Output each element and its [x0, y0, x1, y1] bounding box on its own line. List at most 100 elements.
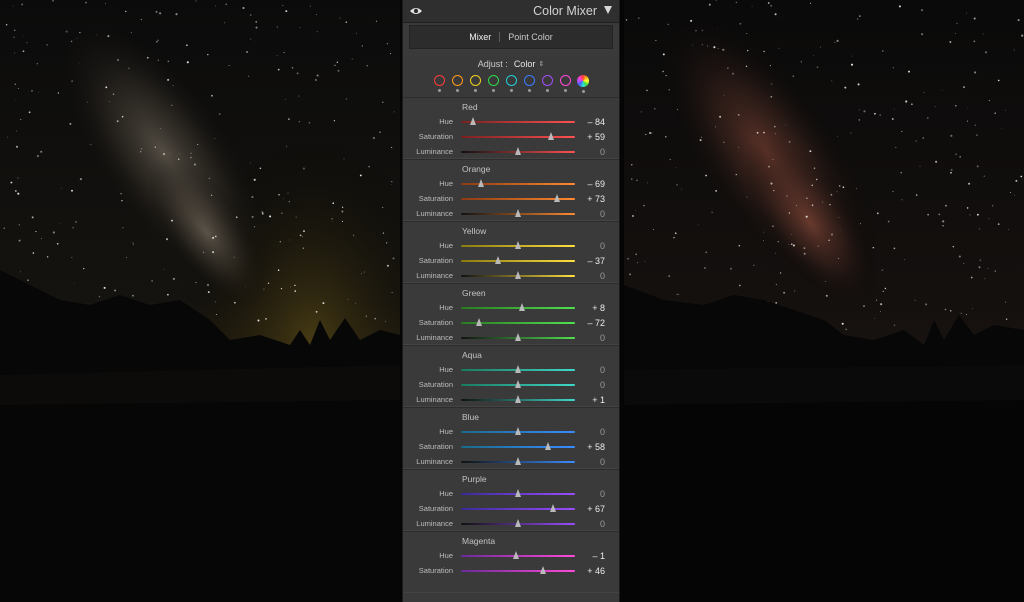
slider-luminance[interactable]: Luminance 0	[403, 330, 619, 345]
slider-value[interactable]: – 84	[587, 117, 605, 127]
slider-thumb[interactable]	[545, 442, 552, 450]
slider-thumb[interactable]	[514, 333, 521, 341]
slider-luminance[interactable]: Luminance 0	[403, 454, 619, 469]
slider-thumb[interactable]	[514, 241, 521, 249]
slider-thumb[interactable]	[514, 519, 521, 527]
slider-value[interactable]: 0	[600, 271, 605, 281]
slider-thumb[interactable]	[514, 147, 521, 155]
slider-luminance[interactable]: Luminance + 1	[403, 392, 619, 407]
star	[386, 43, 388, 45]
slider-thumb[interactable]	[514, 209, 521, 217]
slider-hue[interactable]: Hue 0	[403, 362, 619, 377]
slider-label: Hue	[439, 551, 453, 560]
slider-thumb[interactable]	[547, 132, 554, 140]
slider-thumb[interactable]	[514, 457, 521, 465]
slider-thumb[interactable]	[554, 194, 561, 202]
swatch-all-colors[interactable]	[576, 75, 590, 97]
slider-hue[interactable]: Hue – 69	[403, 176, 619, 191]
color-swatch[interactable]	[558, 75, 572, 97]
slider-thumb[interactable]	[514, 395, 521, 403]
slider-track[interactable]	[461, 136, 575, 138]
slider-value[interactable]: 0	[600, 427, 605, 437]
slider-track[interactable]	[461, 446, 575, 448]
slider-saturation[interactable]: Saturation – 72	[403, 315, 619, 330]
slider-thumb[interactable]	[514, 427, 521, 435]
slider-value[interactable]: 0	[600, 241, 605, 251]
slider-thumb[interactable]	[514, 365, 521, 373]
slider-luminance[interactable]: Luminance 0	[403, 268, 619, 283]
color-swatch[interactable]	[522, 75, 536, 97]
color-swatch[interactable]	[504, 75, 518, 97]
slider-thumb[interactable]	[513, 551, 520, 559]
color-swatch[interactable]	[468, 75, 482, 97]
slider-value[interactable]: 0	[600, 519, 605, 529]
slider-saturation[interactable]: Saturation + 67	[403, 501, 619, 516]
swatch-indicator-dot	[545, 89, 549, 92]
slider-hue[interactable]: Hue 0	[403, 424, 619, 439]
star	[40, 150, 43, 153]
slider-hue[interactable]: Hue 0	[403, 486, 619, 501]
slider-hue[interactable]: Hue 0	[403, 238, 619, 253]
slider-hue[interactable]: Hue – 1	[403, 548, 619, 563]
slider-thumb[interactable]	[549, 504, 556, 512]
slider-label: Saturation	[418, 256, 453, 265]
slider-value[interactable]: + 8	[592, 303, 605, 313]
slider-value[interactable]: – 37	[587, 256, 605, 266]
slider-value[interactable]: 0	[600, 457, 605, 467]
slider-thumb[interactable]	[475, 318, 482, 326]
slider-value[interactable]: + 73	[587, 194, 605, 204]
slider-thumb[interactable]	[514, 271, 521, 279]
slider-value[interactable]: + 1	[592, 395, 605, 405]
slider-saturation[interactable]: Saturation – 37	[403, 253, 619, 268]
adjust-dropdown[interactable]: Color	[514, 59, 536, 69]
slider-thumb[interactable]	[519, 303, 526, 311]
star	[839, 229, 841, 231]
slider-value[interactable]: + 67	[587, 504, 605, 514]
color-swatch[interactable]	[450, 75, 464, 97]
slider-saturation[interactable]: Saturation + 46	[403, 563, 619, 578]
slider-track[interactable]	[461, 121, 575, 123]
slider-track[interactable]	[461, 508, 575, 510]
color-swatch[interactable]	[432, 75, 446, 97]
eye-icon[interactable]	[409, 5, 423, 17]
slider-value[interactable]: 0	[600, 365, 605, 375]
slider-value[interactable]: + 46	[587, 566, 605, 576]
slider-hue[interactable]: Hue + 8	[403, 300, 619, 315]
star	[253, 178, 256, 181]
slider-value[interactable]: 0	[600, 489, 605, 499]
slider-value[interactable]: 0	[600, 380, 605, 390]
slider-luminance[interactable]: Luminance 0	[403, 516, 619, 531]
star	[171, 219, 173, 222]
slider-value[interactable]: – 69	[587, 179, 605, 189]
slider-thumb[interactable]	[514, 489, 521, 497]
slider-hue[interactable]: Hue – 84	[403, 114, 619, 129]
star	[359, 174, 362, 177]
collapse-triangle-icon[interactable]	[604, 6, 612, 14]
slider-value[interactable]: + 58	[587, 442, 605, 452]
slider-value[interactable]: – 72	[587, 318, 605, 328]
slider-saturation[interactable]: Saturation + 58	[403, 439, 619, 454]
slider-saturation[interactable]: Saturation + 59	[403, 129, 619, 144]
tab-mixer[interactable]: Mixer	[461, 32, 499, 42]
slider-thumb[interactable]	[478, 179, 485, 187]
slider-value[interactable]: + 59	[587, 132, 605, 142]
slider-value[interactable]: 0	[600, 147, 605, 157]
slider-thumb[interactable]	[539, 566, 546, 574]
color-swatch[interactable]	[486, 75, 500, 97]
slider-value[interactable]: – 1	[592, 551, 605, 561]
slider-thumb[interactable]	[470, 117, 477, 125]
slider-track[interactable]	[461, 570, 575, 572]
slider-value[interactable]: 0	[600, 209, 605, 219]
slider-saturation[interactable]: Saturation 0	[403, 377, 619, 392]
tab-point-color[interactable]: Point Color	[500, 32, 561, 42]
slider-thumb[interactable]	[514, 380, 521, 388]
slider-value[interactable]: 0	[600, 333, 605, 343]
slider-thumb[interactable]	[495, 256, 502, 264]
color-swatch[interactable]	[540, 75, 554, 97]
slider-track[interactable]	[461, 260, 575, 262]
slider-track[interactable]	[461, 307, 575, 309]
slider-luminance[interactable]: Luminance 0	[403, 144, 619, 159]
star	[974, 71, 977, 74]
slider-luminance[interactable]: Luminance 0	[403, 206, 619, 221]
slider-saturation[interactable]: Saturation + 73	[403, 191, 619, 206]
